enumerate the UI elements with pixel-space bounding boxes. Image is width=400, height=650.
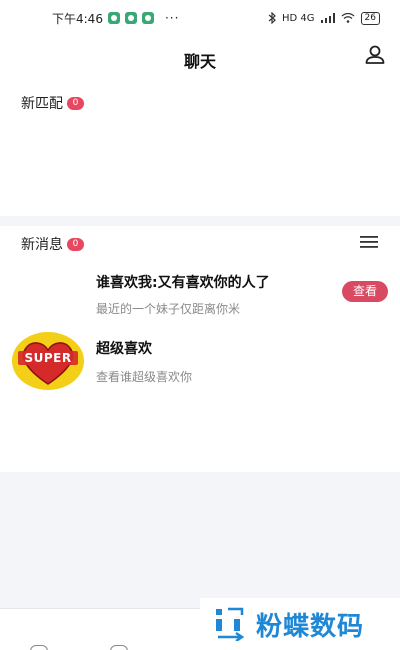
list-item-who-likes-me[interactable]: 谁喜欢我:又有喜欢你的人了 最近的一个妹子仅距离你米 查看 xyxy=(0,264,400,336)
app-notification-icon xyxy=(107,12,120,24)
more-notifications: ··· xyxy=(164,11,180,25)
view-button[interactable]: 查看 xyxy=(342,281,388,302)
count-badge: 0 xyxy=(67,237,84,251)
watermark-logo-icon xyxy=(216,607,245,641)
list-item-super-like[interactable]: SUPER 超级喜欢 查看谁超级喜欢你 xyxy=(0,330,400,402)
avatar: SUPER xyxy=(12,332,84,390)
wifi-icon xyxy=(341,13,354,23)
section-title: 新匹配 xyxy=(21,96,63,112)
message-subtitle: 最近的一个妹子仅距离你米 xyxy=(96,302,241,316)
menu-icon[interactable] xyxy=(360,236,378,248)
app-notification-icon xyxy=(124,12,137,24)
status-bar: 下午4:46 ··· HD 4G 26 xyxy=(0,0,400,36)
message-title: 谁喜欢我:又有喜欢你的人了 xyxy=(96,275,270,291)
nav-home-icon[interactable] xyxy=(30,645,48,650)
message-title: 超级喜欢 xyxy=(96,341,152,357)
watermark-text: 粉蝶数码 xyxy=(256,611,365,642)
new-matches-section: 新匹配 0 xyxy=(0,78,400,216)
new-matches-header: 新匹配 0 xyxy=(21,93,84,113)
header: 聊天 xyxy=(0,36,400,78)
super-label: SUPER xyxy=(24,351,72,365)
status-time: 下午4:46 xyxy=(52,11,103,26)
new-messages-header: 新消息 0 xyxy=(21,234,84,254)
nav-chat-icon[interactable] xyxy=(110,645,128,650)
watermark: 粉蝶数码 xyxy=(200,598,400,650)
app-notification-icon xyxy=(141,12,154,24)
new-messages-section: 新消息 0 谁喜欢我:又有喜欢你的人了 最近的一个妹子仅距离你米 查看 SUPE… xyxy=(0,226,400,472)
section-title: 新消息 xyxy=(21,237,63,253)
signal-icon xyxy=(320,13,335,23)
message-subtitle: 查看谁超级喜欢你 xyxy=(96,370,193,384)
network-label: HD 4G xyxy=(282,12,315,24)
count-badge: 0 xyxy=(67,96,84,110)
page-title: 聊天 xyxy=(183,52,216,71)
bluetooth-icon xyxy=(268,12,276,24)
battery-icon: 26 xyxy=(360,11,380,25)
user-icon[interactable] xyxy=(364,44,386,66)
